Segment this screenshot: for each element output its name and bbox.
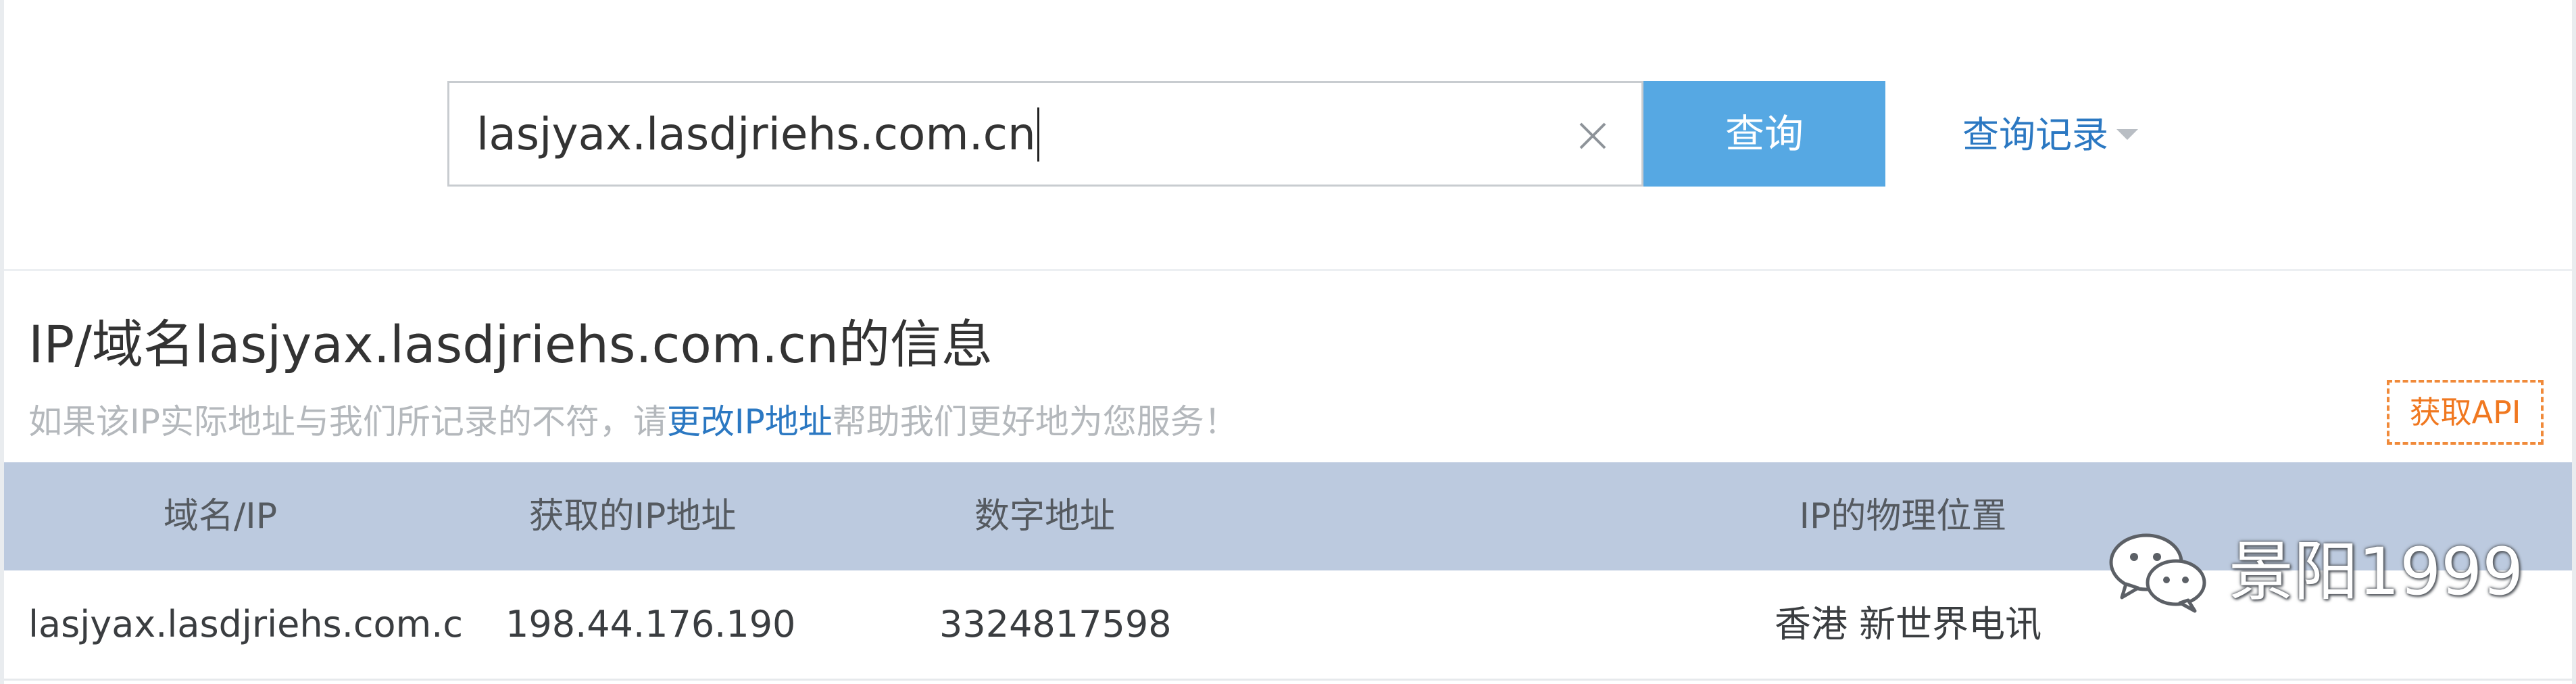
search-history-dropdown[interactable]: 查询记录 (1962, 108, 2138, 162)
get-api-button[interactable]: 获取API (2387, 380, 2544, 445)
search-input-value[interactable]: lasjyax.lasdjriehs.com.cn (476, 107, 1039, 162)
section-divider (4, 269, 2572, 271)
search-history-label: 查询记录 (1962, 114, 2108, 156)
change-ip-link[interactable]: 更改IP地址 (667, 402, 833, 441)
notice-text: 如果该IP实际地址与我们所记录的不符，请更改IP地址帮助我们更好地为您服务！ (28, 399, 1238, 445)
wechat-icon (2109, 533, 2206, 613)
cell-ip: 198.44.176.190 (505, 603, 796, 645)
notice-prefix: 如果该IP实际地址与我们所记录的不符，请 (28, 402, 667, 441)
search-button[interactable]: 查询 (1643, 81, 1885, 187)
watermark-text: 景阳1999 (2229, 534, 2524, 610)
column-header-numeric-address: 数字地址 (974, 496, 1115, 537)
notice-suffix: 帮助我们更好地为您服务！ (832, 402, 1238, 441)
close-icon[interactable] (1572, 116, 1613, 156)
text-caret (1037, 107, 1039, 162)
page-title: IP/域名lasjyax.lasdjriehs.com.cn的信息 (28, 314, 993, 374)
cell-domain: lasjyax.lasdjriehs.com.c (28, 603, 464, 645)
page-edge-right (2572, 0, 2576, 684)
search-input[interactable]: lasjyax.lasdjriehs.com.cn (447, 81, 1643, 187)
ip-lookup-page: lasjyax.lasdjriehs.com.cn 查询 查询记录 IP/域名l… (0, 0, 2576, 684)
column-header-domain-ip: 域名/IP (163, 496, 278, 537)
cell-location: 香港 新世界电讯 (1775, 603, 2042, 645)
cell-numeric-address: 3324817598 (939, 603, 1172, 645)
caret-down-icon (2116, 129, 2138, 141)
column-header-resolved-ip: 获取的IP地址 (528, 496, 737, 537)
